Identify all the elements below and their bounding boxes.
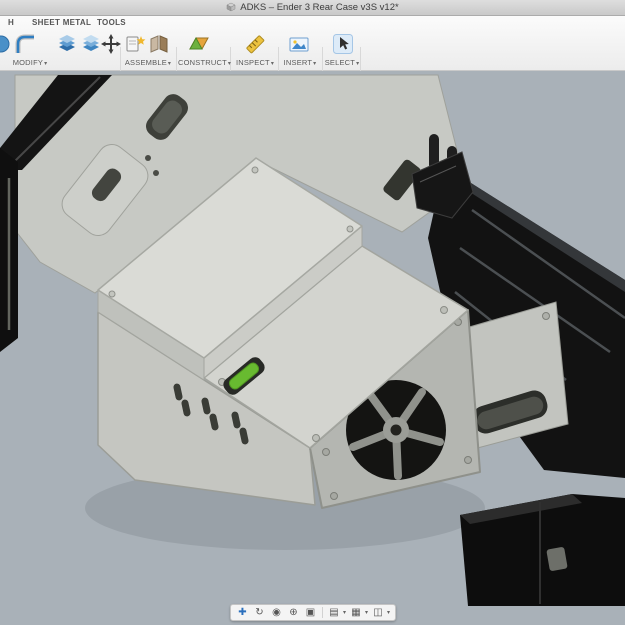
view-navbar: ✚ ↻ ◉ ⊕ ▣ ▤ ▾ ▦ ▾ ◫ ▾ [230, 604, 396, 621]
window-title: ADKS – Ender 3 Rear Case v3S v12* [240, 2, 398, 13]
insert-dropdown[interactable]: INSERT▾ [280, 58, 320, 67]
zoom-icon[interactable]: ⊕ [286, 605, 302, 620]
fusion-window: ADKS – Ender 3 Rear Case v3S v12* H SHEE… [0, 0, 625, 625]
grid-settings-icon: ▦ [348, 605, 364, 620]
toolbar-labels: MODIFY▾ ASSEMBLE▾ CONSTRUCT▾ INSPECT▾ IN… [0, 58, 625, 71]
viewports-icon: ◫ [370, 605, 386, 620]
fit-icon[interactable]: ▣ [303, 605, 319, 620]
construct-plane-icon[interactable] [188, 33, 210, 55]
chevron-down-icon: ▾ [387, 609, 390, 616]
document-cube-icon [226, 0, 236, 17]
press-pull-icon[interactable] [0, 33, 12, 55]
sheet-stack-icon[interactable] [56, 33, 78, 55]
toolbar-ribbon: H SHEET METAL TOOLS [0, 16, 625, 71]
fillet-icon[interactable] [14, 33, 36, 55]
panel-hole [145, 155, 151, 161]
panel-hole [153, 170, 159, 176]
flange-stack-icon[interactable] [80, 33, 102, 55]
tab-sheet-metal[interactable]: SHEET METAL [32, 18, 91, 27]
display-settings-menu[interactable]: ▤ ▾ [326, 605, 347, 620]
look-at-icon[interactable]: ◉ [269, 605, 285, 620]
move-icon[interactable] [100, 33, 122, 55]
tab-tools[interactable]: TOOLS [97, 18, 126, 27]
pan-icon[interactable]: ✚ [235, 605, 251, 620]
inspect-dropdown[interactable]: INSPECT▾ [232, 58, 278, 67]
extrusion-bottom-right [460, 494, 625, 606]
modify-dropdown[interactable]: MODIFY▾ [2, 58, 58, 67]
orbit-icon[interactable]: ↻ [252, 605, 268, 620]
display-settings-icon: ▤ [326, 605, 342, 620]
insert-image-icon[interactable] [288, 33, 310, 55]
viewports-menu[interactable]: ◫ ▾ [370, 605, 391, 620]
viewport[interactable]: ✚ ↻ ◉ ⊕ ▣ ▤ ▾ ▦ ▾ ◫ ▾ [0, 71, 625, 625]
model-canvas[interactable] [0, 71, 625, 625]
joint-icon[interactable] [148, 33, 170, 55]
tab-partial[interactable]: H [8, 18, 14, 27]
navbar-divider [322, 607, 323, 618]
toolbar-icons [0, 30, 625, 58]
grid-settings-menu[interactable]: ▦ ▾ [348, 605, 369, 620]
chevron-down-icon: ▾ [343, 609, 346, 616]
select-cursor-icon[interactable] [332, 33, 354, 55]
construct-dropdown[interactable]: CONSTRUCT▾ [178, 58, 230, 67]
measure-icon[interactable] [244, 33, 266, 55]
chevron-down-icon: ▾ [365, 609, 368, 616]
assemble-dropdown[interactable]: ASSEMBLE▾ [118, 58, 178, 67]
select-dropdown[interactable]: SELECT▾ [322, 58, 362, 67]
new-component-icon[interactable] [124, 33, 146, 55]
titlebar: ADKS – Ender 3 Rear Case v3S v12* [0, 0, 625, 16]
tab-row: H SHEET METAL TOOLS [0, 16, 625, 30]
